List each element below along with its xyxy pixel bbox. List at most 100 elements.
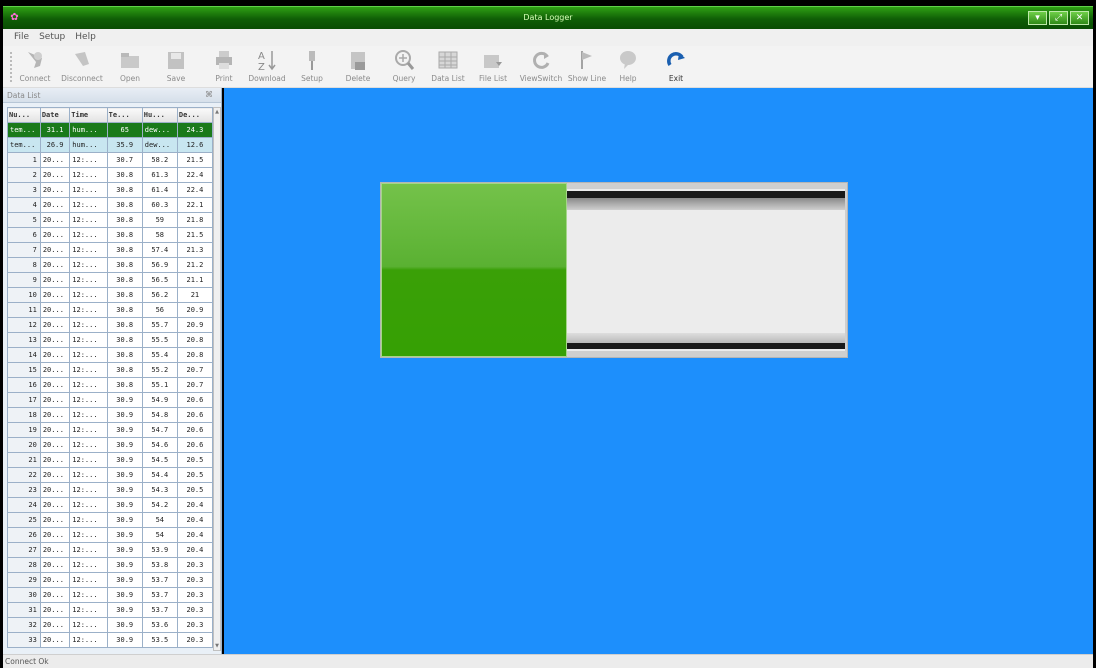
table-row[interactable]: 20 20... 12:... 30.9 54.6 20.6 (7, 437, 214, 453)
cell-time: 12:... (69, 392, 108, 408)
table-row[interactable]: 30 20... 12:... 30.9 53.7 20.3 (7, 587, 214, 603)
table-row[interactable]: 11 20... 12:... 30.8 56 20.9 (7, 302, 214, 318)
exit-button[interactable]: Exit (663, 48, 689, 83)
save-button[interactable]: Save (161, 48, 191, 83)
cell-number: 10 (7, 287, 41, 303)
table-row[interactable]: 29 20... 12:... 30.9 53.7 20.3 (7, 572, 214, 588)
cell-date: 20... (39, 167, 71, 183)
menu-setup[interactable]: Setup (34, 29, 70, 46)
table-row[interactable]: 8 20... 12:... 30.8 56.9 21.2 (7, 257, 214, 273)
data-list-panel: Data List ⌘ Nu... Date Time Te... Hu... … (3, 88, 222, 654)
cell-number: 33 (7, 632, 41, 648)
col-header-number[interactable]: Nu... (7, 107, 41, 123)
table-row[interactable]: 7 20... 12:... 30.8 57.4 21.3 (7, 242, 214, 258)
data-list-button[interactable]: Data List (431, 48, 465, 83)
table-row[interactable]: 9 20... 12:... 30.8 56.5 21.1 (7, 272, 214, 288)
col-header-date[interactable]: Date (39, 107, 71, 123)
maximize-button[interactable]: ⤢ (1049, 11, 1068, 25)
cell-temperature: 30.8 (106, 212, 143, 228)
print-button[interactable]: Print (211, 48, 237, 83)
open-label: Open (119, 74, 141, 83)
cell-dewpoint: 20.3 (176, 602, 214, 618)
cell-number: 5 (7, 212, 41, 228)
window-title: Data Logger (523, 13, 573, 22)
table-row[interactable]: 26 20... 12:... 30.9 54 20.4 (7, 527, 214, 543)
col-header-humidity[interactable]: Hu... (141, 107, 178, 123)
connect-button[interactable]: Connect (17, 48, 53, 83)
cell-number: 28 (7, 557, 41, 573)
open-button[interactable]: Open (115, 48, 145, 83)
table-row[interactable]: tem... 31.1 hum... 65 dew... 24.3 (7, 122, 214, 138)
scroll-up-icon[interactable]: ▲ (214, 108, 220, 116)
table-row[interactable]: 32 20... 12:... 30.9 53.6 20.3 (7, 617, 214, 633)
show-line-button[interactable]: Show Line (567, 48, 607, 83)
title-bar[interactable]: ✿ Data Logger ▾ ⤢ ✕ (3, 6, 1093, 29)
scroll-down-icon[interactable]: ▼ (214, 642, 220, 650)
col-header-dewpoint[interactable]: De... (176, 107, 214, 123)
table-row[interactable]: 4 20... 12:... 30.8 60.3 22.1 (7, 197, 214, 213)
query-button[interactable]: Query (389, 48, 419, 83)
cell-number: 23 (7, 482, 41, 498)
table-row[interactable]: 24 20... 12:... 30.9 54.2 20.4 (7, 497, 214, 513)
disconnect-button[interactable]: Disconnect (59, 48, 105, 83)
table-row[interactable]: 23 20... 12:... 30.9 54.3 20.5 (7, 482, 214, 498)
cell-number: 2 (7, 167, 41, 183)
cell-humidity: 53.9 (141, 542, 178, 558)
table-row[interactable]: 28 20... 12:... 30.9 53.8 20.3 (7, 557, 214, 573)
table-row[interactable]: 2 20... 12:... 30.8 61.3 22.4 (7, 167, 214, 183)
table-row[interactable]: 19 20... 12:... 30.9 54.7 20.6 (7, 422, 214, 438)
cell-temperature: 30.8 (106, 272, 143, 288)
cell-temperature: 30.9 (106, 467, 143, 483)
status-text: Connect Ok (5, 657, 49, 666)
cell-humidity: 55.4 (141, 347, 178, 363)
cell-date: 20... (39, 227, 71, 243)
table-row[interactable]: 5 20... 12:... 30.8 59 21.8 (7, 212, 214, 228)
cell-humidity: 54 (141, 527, 178, 543)
table-row[interactable]: 1 20... 12:... 30.7 58.2 21.5 (7, 152, 214, 168)
setup-button[interactable]: Setup (299, 48, 325, 83)
table-row[interactable]: 15 20... 12:... 30.8 55.2 20.7 (7, 362, 214, 378)
viewswitch-button[interactable]: ViewSwitch (519, 48, 563, 83)
data-table[interactable]: Nu... Date Time Te... Hu... De... tem...… (7, 107, 214, 648)
file-list-button[interactable]: File List (477, 48, 509, 83)
table-row[interactable]: 33 20... 12:... 30.9 53.5 20.3 (7, 632, 214, 648)
close-button[interactable]: ✕ (1070, 11, 1089, 25)
menu-file[interactable]: File (9, 29, 34, 46)
col-header-time[interactable]: Time (69, 107, 108, 123)
table-row[interactable]: 3 20... 12:... 30.8 61.4 22.4 (7, 182, 214, 198)
table-row[interactable]: 10 20... 12:... 30.8 56.2 21 (7, 287, 214, 303)
table-row[interactable]: 18 20... 12:... 30.9 54.8 20.6 (7, 407, 214, 423)
cell-temperature: 30.8 (106, 287, 143, 303)
cell-time: 12:... (69, 257, 108, 273)
table-row[interactable]: 31 20... 12:... 30.9 53.7 20.3 (7, 602, 214, 618)
table-row[interactable]: tem... 26.9 hum... 35.9 dew... 12.6 (7, 137, 214, 153)
help-label: Help (619, 74, 637, 83)
minimize-button[interactable]: ▾ (1028, 11, 1047, 25)
vertical-scrollbar[interactable]: ▲ ▼ (213, 107, 221, 651)
cell-dewpoint: 12.6 (176, 137, 214, 153)
table-row[interactable]: 17 20... 12:... 30.9 54.9 20.6 (7, 392, 214, 408)
table-row[interactable]: 14 20... 12:... 30.8 55.4 20.8 (7, 347, 214, 363)
menu-help[interactable]: Help (70, 29, 101, 46)
cell-date: 20... (39, 377, 71, 393)
table-row[interactable]: 22 20... 12:... 30.9 54.4 20.5 (7, 467, 214, 483)
cell-temperature: 30.9 (106, 437, 143, 453)
toolbar-grip[interactable] (10, 52, 12, 82)
table-row[interactable]: 6 20... 12:... 30.8 58 21.5 (7, 227, 214, 243)
help-button[interactable]: Help (615, 48, 641, 83)
cell-date: 26.9 (39, 137, 71, 153)
table-row[interactable]: 27 20... 12:... 30.9 53.9 20.4 (7, 542, 214, 558)
table-row[interactable]: 21 20... 12:... 30.9 54.5 20.5 (7, 452, 214, 468)
cell-time: 12:... (69, 602, 108, 618)
delete-button[interactable]: Delete (343, 48, 373, 83)
download-button[interactable]: AZ Download (247, 48, 287, 83)
cell-dewpoint: 20.5 (176, 452, 214, 468)
table-row[interactable]: 13 20... 12:... 30.8 55.5 20.8 (7, 332, 214, 348)
pin-icon[interactable]: ⌘ (205, 90, 213, 99)
table-row[interactable]: 25 20... 12:... 30.9 54 20.4 (7, 512, 214, 528)
table-row[interactable]: 16 20... 12:... 30.8 55.1 20.7 (7, 377, 214, 393)
table-body: tem... 31.1 hum... 65 dew... 24.3 tem... 26.9 hu… (7, 122, 214, 648)
table-row[interactable]: 12 20... 12:... 30.8 55.7 20.9 (7, 317, 214, 333)
data-list-icon (438, 51, 458, 69)
col-header-temperature[interactable]: Te... (106, 107, 143, 123)
